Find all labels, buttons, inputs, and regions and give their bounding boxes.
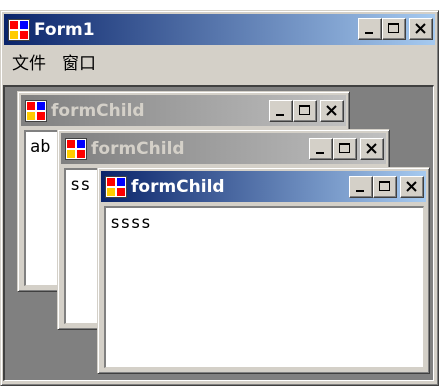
maximize-button[interactable] <box>382 18 406 40</box>
child-1-title: formChild <box>51 100 145 121</box>
child-2-titlebar[interactable]: formChild <box>61 133 386 164</box>
main-caption-buttons <box>358 18 433 40</box>
maximize-icon <box>383 19 405 39</box>
close-icon <box>410 19 432 39</box>
app-icon[interactable] <box>65 137 87 160</box>
menu-file[interactable]: 文件 <box>4 49 54 74</box>
maximize-button[interactable] <box>293 100 317 122</box>
maximize-icon <box>374 177 396 197</box>
app-icon[interactable] <box>25 99 47 122</box>
main-window-title: Form1 <box>34 19 95 40</box>
child-window-3[interactable]: formChild ssss <box>97 167 430 374</box>
close-button[interactable] <box>320 100 344 122</box>
maximize-button[interactable] <box>373 176 397 198</box>
child-3-titlebar[interactable]: formChild <box>101 171 426 202</box>
child-3-caption-buttons <box>349 176 424 198</box>
close-icon <box>361 139 383 159</box>
minimize-button[interactable] <box>269 100 293 122</box>
minimize-button[interactable] <box>349 176 373 198</box>
minimize-icon <box>350 177 372 197</box>
close-button[interactable] <box>409 18 433 40</box>
close-button[interactable] <box>400 176 424 198</box>
app-icon[interactable] <box>8 18 30 41</box>
minimize-button[interactable] <box>309 138 333 160</box>
desktop-strip <box>0 0 439 10</box>
child-1-caption-buttons <box>269 100 344 122</box>
minimize-icon <box>359 19 381 39</box>
minimize-icon <box>270 101 292 121</box>
child-2-caption-buttons <box>309 138 384 160</box>
maximize-icon <box>334 139 356 159</box>
maximize-button[interactable] <box>333 138 357 160</box>
child-3-textbox[interactable]: ssss <box>104 206 424 368</box>
child-2-title: formChild <box>91 138 185 159</box>
child-3-title: formChild <box>131 176 225 197</box>
app-icon[interactable] <box>105 175 127 198</box>
minimize-button[interactable] <box>358 18 382 40</box>
close-icon <box>321 101 343 121</box>
child-1-titlebar[interactable]: formChild <box>21 95 346 126</box>
main-titlebar[interactable]: Form1 <box>4 14 435 45</box>
menu-bar: 文件 窗口 <box>4 46 435 76</box>
menu-window[interactable]: 窗口 <box>54 49 104 74</box>
close-button[interactable] <box>360 138 384 160</box>
mdi-client-area[interactable]: formChild ab formChild ss formChild ssss <box>3 85 434 381</box>
minimize-icon <box>310 139 332 159</box>
maximize-icon <box>294 101 316 121</box>
close-icon <box>401 177 423 197</box>
